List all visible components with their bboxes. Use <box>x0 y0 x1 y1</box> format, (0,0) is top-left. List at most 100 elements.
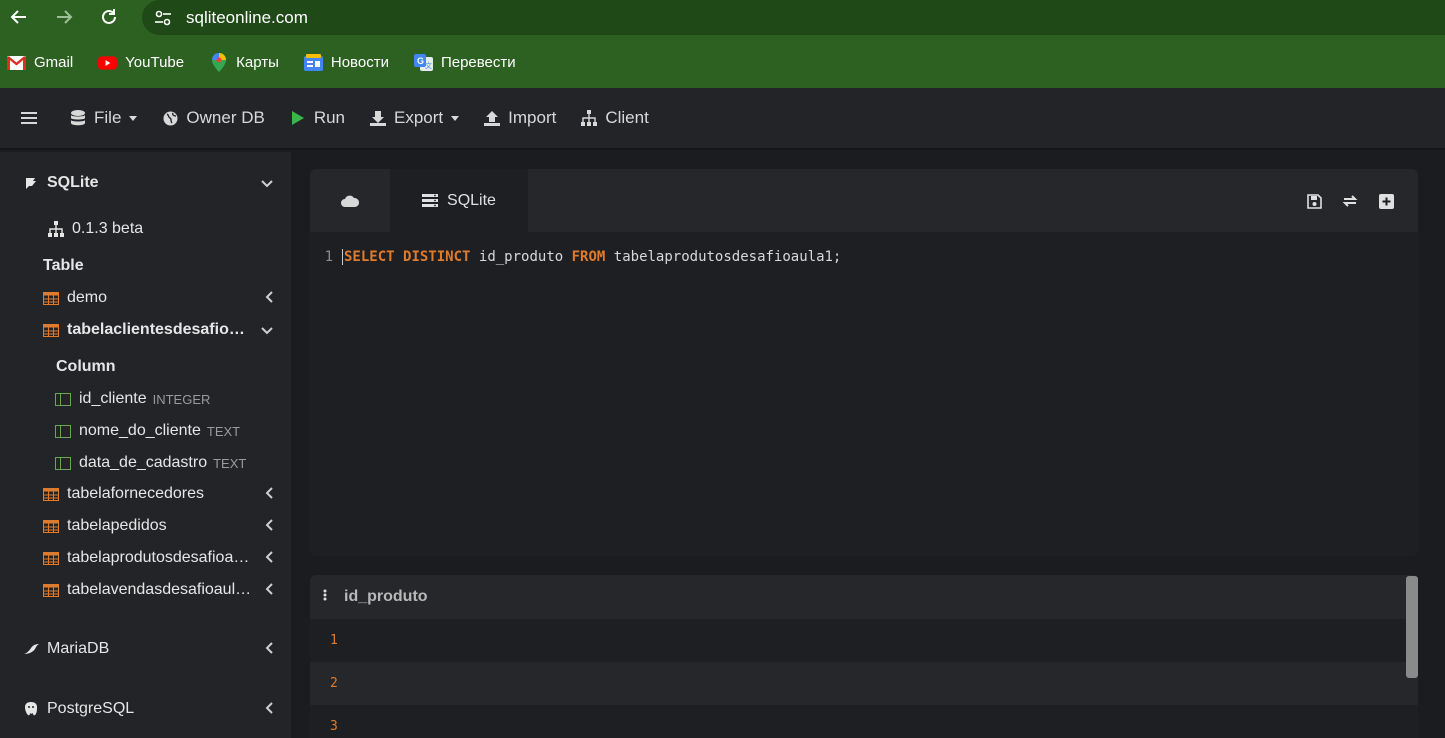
youtube-icon <box>98 54 118 71</box>
sql-code[interactable]: SELECT DISTINCT id_produto FROM tabelapr… <box>342 249 841 265</box>
url-text: sqliteonline.com <box>186 7 308 27</box>
table-row[interactable]: 2 <box>310 662 1418 705</box>
sitemap-icon <box>47 221 65 237</box>
export-label: Export <box>394 108 444 127</box>
table-name: tabelaclientesdesafio… <box>67 321 245 338</box>
sidebar: SQLite 0.1.3 beta Table demo tabelaclien… <box>0 152 291 738</box>
sidebar-version: 0.1.3 beta <box>0 219 291 239</box>
client-label: Client <box>605 108 649 127</box>
import-button[interactable]: Import <box>483 108 556 128</box>
sidebar-table-fornecedores[interactable]: tabelafornecedores <box>0 484 291 504</box>
menu-button[interactable] <box>20 109 45 127</box>
database-icon <box>69 109 87 127</box>
maps-icon <box>209 53 228 72</box>
chevron-left-icon <box>265 518 273 534</box>
table-icon <box>42 582 60 598</box>
back-button[interactable] <box>4 2 34 32</box>
column-name: nome_do_cliente <box>79 422 201 439</box>
results-scrollbar[interactable] <box>1406 576 1418 678</box>
editor-tabs: SQLite <box>310 169 1418 232</box>
sidebar-sqlite-header[interactable]: SQLite <box>0 172 291 194</box>
chevron-left-icon <box>265 290 273 306</box>
drag-handle-icon[interactable] <box>323 589 327 601</box>
column-header[interactable]: id_produto <box>344 588 428 606</box>
url-field[interactable]: sqliteonline.com <box>142 0 1445 35</box>
bookmark-label: Gmail <box>34 54 74 71</box>
column-icon <box>54 391 72 407</box>
reload-button[interactable] <box>94 2 124 32</box>
file-menu[interactable]: File <box>69 108 138 128</box>
run-button[interactable]: Run <box>289 108 345 128</box>
version-label: 0.1.3 beta <box>72 220 144 237</box>
sidebar-postgresql[interactable]: PostgreSQL <box>0 698 291 720</box>
cell-value: 2 <box>330 676 338 691</box>
bookmark-youtube[interactable]: YouTube <box>98 54 184 71</box>
browser-address-bar: sqliteonline.com <box>0 0 1445 37</box>
bookmark-label: YouTube <box>125 54 185 71</box>
table-name: tabelaprodutosdesafioa… <box>67 549 250 566</box>
column-item[interactable]: data_de_cadastro TEXT <box>0 453 291 473</box>
upload-icon <box>483 109 501 127</box>
chevron-down-icon <box>261 176 273 191</box>
site-settings-icon[interactable] <box>146 10 180 26</box>
chevron-down-icon <box>129 115 138 121</box>
svg-text:G: G <box>417 56 424 66</box>
save-icon[interactable] <box>1306 193 1322 209</box>
sidebar-table-pedidos[interactable]: tabelapedidos <box>0 516 291 536</box>
table-icon <box>42 518 60 534</box>
cloud-icon <box>341 195 359 207</box>
hamburger-icon <box>20 109 38 127</box>
column-name: id_cliente <box>79 390 147 407</box>
feather-icon <box>22 175 40 191</box>
bookmark-news[interactable]: Новости <box>303 54 389 71</box>
sidebar-mariadb[interactable]: MariaDB <box>0 638 291 660</box>
sidebar-table-clientes[interactable]: tabelaclientesdesafio… <box>0 320 291 340</box>
client-button[interactable]: Client <box>580 108 649 128</box>
bookmark-translate[interactable]: G文 Перевести <box>413 54 516 71</box>
import-label: Import <box>508 108 557 127</box>
column-name: data_de_cadastro <box>79 454 208 471</box>
code-line[interactable]: 1 SELECT DISTINCT id_produto FROM tabela… <box>310 249 841 265</box>
column-type: TEXT <box>206 423 241 439</box>
table-icon <box>42 322 60 338</box>
mariadb-label: MariaDB <box>47 640 110 657</box>
chevron-left-icon <box>265 582 273 598</box>
results-header: id_produto <box>310 575 1418 619</box>
sidebar-table-produtos[interactable]: tabelaprodutosdesafioa… <box>0 548 291 568</box>
bookmark-label: Карты <box>236 54 279 71</box>
table-name: demo <box>67 289 108 306</box>
cell-value: 3 <box>330 719 338 734</box>
sidebar-table-demo[interactable]: demo <box>0 288 291 308</box>
bookmark-gmail[interactable]: Gmail <box>7 54 73 71</box>
table-icon <box>42 486 60 502</box>
column-icon <box>54 423 72 439</box>
svg-text:文: 文 <box>425 61 432 70</box>
sidebar-table-vendas[interactable]: tabelavendasdesafioaul… <box>0 580 291 600</box>
owner-db-button[interactable]: Owner DB <box>161 108 265 128</box>
table-name: tabelafornecedores <box>67 485 204 502</box>
bookmark-maps[interactable]: Карты <box>209 53 279 72</box>
column-type: TEXT <box>213 455 247 471</box>
file-label: File <box>94 108 122 127</box>
server-icon <box>422 194 439 207</box>
postgresql-label: PostgreSQL <box>47 700 135 717</box>
table-row[interactable]: 1 <box>310 619 1418 662</box>
sqlite-label: SQLite <box>47 174 99 191</box>
column-item[interactable]: nome_do_cliente TEXT <box>0 421 291 441</box>
forward-button[interactable] <box>49 2 79 32</box>
tab-sqlite[interactable]: SQLite <box>390 169 528 232</box>
table-heading: Table <box>43 257 84 274</box>
swap-icon[interactable] <box>1342 193 1358 209</box>
add-tab-icon[interactable] <box>1378 193 1394 209</box>
column-icon <box>54 455 72 471</box>
chevron-left-icon <box>265 641 273 657</box>
export-menu[interactable]: Export <box>369 108 460 128</box>
column-type: INTEGER <box>152 391 211 407</box>
tab-cloud[interactable] <box>310 169 390 232</box>
table-name: tabelapedidos <box>67 517 167 534</box>
column-item[interactable]: id_cliente INTEGER <box>0 389 291 409</box>
chevron-left-icon <box>265 550 273 566</box>
chevron-left-icon <box>265 486 273 502</box>
globe-icon <box>161 109 179 127</box>
table-row[interactable]: 3 <box>310 705 1418 738</box>
